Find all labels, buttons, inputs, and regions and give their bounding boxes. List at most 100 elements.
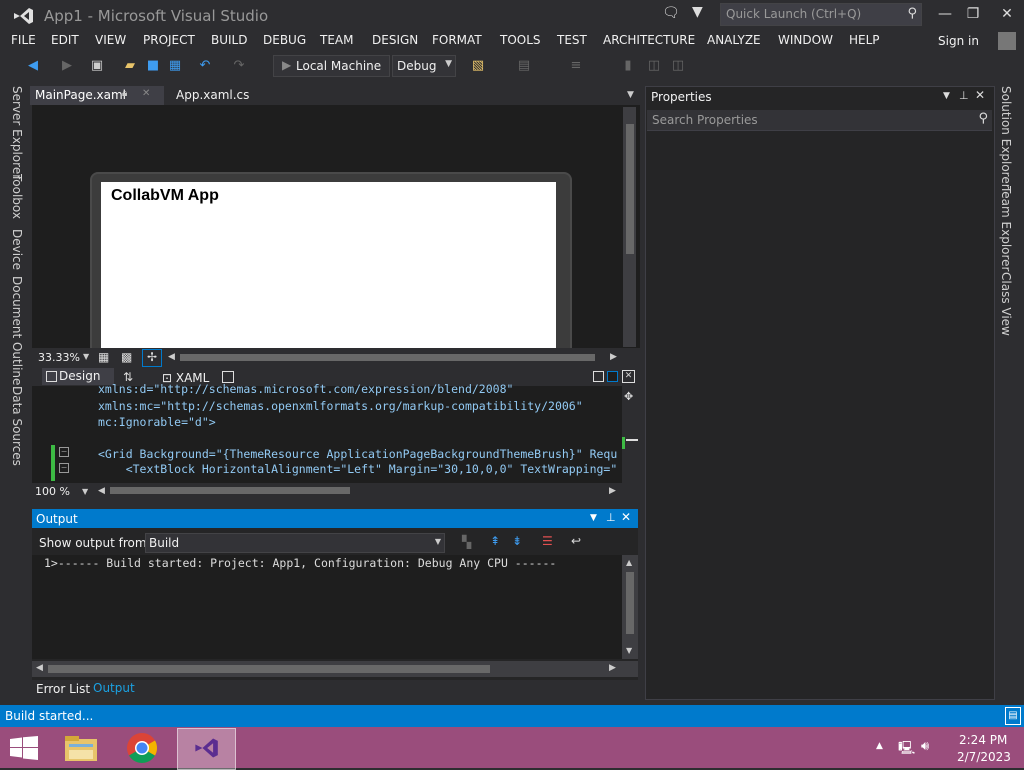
tab-output[interactable]: Output <box>93 681 135 695</box>
redo-icon[interactable]: ↷ <box>231 58 247 74</box>
new-project-icon[interactable]: ▣ <box>89 58 105 74</box>
minimize-button[interactable]: — <box>932 4 958 24</box>
close-icon[interactable]: ✕ <box>975 88 985 102</box>
close-button[interactable]: ✕ <box>994 4 1020 24</box>
vertical-split-icon[interactable] <box>593 371 604 382</box>
tab-data-sources[interactable]: Data Sources <box>10 386 24 466</box>
panel-menu-icon[interactable]: ▼ <box>590 513 597 523</box>
menu-design[interactable]: DESIGN <box>372 33 418 47</box>
save-all-icon[interactable]: ▦ <box>167 58 183 74</box>
menu-test[interactable]: TEST <box>557 33 587 47</box>
panel-menu-icon[interactable]: ▼ <box>943 91 950 101</box>
menu-architecture[interactable]: ARCHITECTURE <box>603 33 695 47</box>
network-icon[interactable]: 🖳︎ <box>898 739 915 761</box>
notifications-icon[interactable]: ▤ <box>1005 707 1021 725</box>
output-source-select[interactable]: Build ▼ <box>145 533 445 553</box>
scroll-right-icon[interactable]: ▶ <box>609 486 616 496</box>
word-wrap-icon[interactable]: ↩ <box>571 534 581 548</box>
designer-vertical-scroll-thumb[interactable] <box>626 124 634 254</box>
tab-mainpage-xaml[interactable]: MainPage.xaml 🔒︎ ✕ <box>30 86 164 105</box>
tab-error-list[interactable]: Error List <box>36 682 90 696</box>
scroll-up-icon[interactable]: ▲ <box>626 558 632 567</box>
scroll-left-icon[interactable]: ◀ <box>98 486 105 496</box>
pin-icon[interactable]: ⊥ <box>606 511 616 524</box>
previous-message-icon[interactable]: ⇞ <box>490 534 500 548</box>
sign-in-link[interactable]: Sign in <box>938 34 979 48</box>
output-horizontal-scroll-thumb[interactable] <box>48 665 490 673</box>
snap-grid-icon[interactable]: ▩ <box>121 350 132 364</box>
next-message-icon[interactable]: ⇟ <box>512 534 522 548</box>
output-text-area[interactable]: 1>------ Build started: Project: App1, C… <box>32 555 622 659</box>
menu-file[interactable]: FILE <box>11 33 36 47</box>
document-dropdown-icon[interactable]: ▼ <box>627 90 634 100</box>
file-explorer-icon[interactable] <box>64 733 98 763</box>
feedback-icon[interactable]: 🗨 <box>662 5 680 21</box>
xaml-zoom-level[interactable]: 100 % <box>35 485 70 498</box>
horizontal-split-icon[interactable] <box>607 371 618 382</box>
toolbar-misc-icon[interactable]: ▤ <box>516 58 532 74</box>
show-hidden-icons-icon[interactable]: ▲ <box>876 741 883 751</box>
app-title-text[interactable]: CollabVM App <box>111 187 219 205</box>
menu-help[interactable]: HELP <box>849 33 880 47</box>
bookmark-icon[interactable]: ▮ <box>620 58 636 74</box>
menu-window[interactable]: WINDOW <box>778 33 833 47</box>
pin-icon[interactable]: ⊥ <box>959 89 969 102</box>
tab-class-view[interactable]: Class View <box>999 272 1013 336</box>
snap-lines-icon[interactable]: ✢ <box>142 349 162 367</box>
output-vertical-scroll-thumb[interactable] <box>626 572 634 634</box>
clock-time[interactable]: 2:24 PM <box>959 733 1007 747</box>
collapse-icon[interactable]: − <box>59 447 69 457</box>
tab-team-explorer[interactable]: Team Explorer <box>999 186 1013 272</box>
configuration-select[interactable]: Debug ▼ <box>392 55 456 77</box>
scroll-right-icon[interactable]: ▶ <box>610 352 617 362</box>
tab-device[interactable]: Device <box>10 229 24 270</box>
scroll-left-icon[interactable]: ◀ <box>168 352 175 362</box>
collapse-icon[interactable]: − <box>59 463 69 473</box>
tab-app-xaml-cs[interactable]: App.xaml.cs <box>176 88 249 102</box>
menu-build[interactable]: BUILD <box>211 33 247 47</box>
scroll-down-icon[interactable]: ▼ <box>626 646 632 655</box>
menu-tools[interactable]: TOOLS <box>500 33 541 47</box>
bookmark-prev-icon[interactable]: ◫ <box>646 58 662 74</box>
navigate-back-icon[interactable]: ◀ <box>25 58 41 74</box>
run-target-button[interactable]: ▶ Local Machine <box>273 55 390 77</box>
save-icon[interactable]: ■ <box>145 58 161 74</box>
close-icon[interactable]: ✕ <box>142 88 150 99</box>
tab-server-explorer[interactable]: Server Explorer <box>10 86 24 179</box>
collapse-pane-icon[interactable]: ✕ <box>622 370 635 383</box>
clear-all-icon[interactable]: ☰ <box>542 534 553 548</box>
xaml-horizontal-scroll-thumb[interactable] <box>110 487 350 494</box>
navigate-forward-icon[interactable]: ▶ <box>59 58 75 74</box>
volume-icon[interactable]: 🔊︎ <box>921 739 929 754</box>
clock-date[interactable]: 2/7/2023 <box>957 750 1011 764</box>
quick-launch-input[interactable]: Quick Launch (Ctrl+Q) ⚲ <box>720 3 922 26</box>
menu-team[interactable]: TEAM <box>320 33 353 47</box>
undo-icon[interactable]: ↶ <box>197 58 213 74</box>
taskbar-visual-studio[interactable] <box>177 728 236 770</box>
bookmark-next-icon[interactable]: ◫ <box>670 58 686 74</box>
zoom-level[interactable]: 33.33% <box>38 351 80 364</box>
close-icon[interactable]: ✕ <box>621 510 631 524</box>
tab-solution-explorer[interactable]: Solution Explorer <box>999 86 1013 189</box>
menu-edit[interactable]: EDIT <box>51 33 79 47</box>
scroll-left-icon[interactable]: ◀ <box>36 663 43 673</box>
menu-format[interactable]: FORMAT <box>432 33 482 47</box>
device-screen[interactable]: CollabVM App <box>101 182 556 348</box>
tab-toolbox[interactable]: Toolbox <box>10 174 24 219</box>
split-handle-icon[interactable]: ✥ <box>624 390 633 403</box>
filter-icon[interactable]: ▼ <box>692 4 703 20</box>
menu-view[interactable]: VIEW <box>95 33 126 47</box>
open-file-icon[interactable]: ▰ <box>122 58 138 74</box>
comment-icon[interactable]: ≡ <box>568 58 584 74</box>
chevron-down-icon[interactable]: ▼ <box>83 352 89 361</box>
menu-project[interactable]: PROJECT <box>143 33 195 47</box>
pin-icon[interactable]: 🔒︎ <box>122 88 127 99</box>
tab-document-outline[interactable]: Document Outline <box>10 276 24 385</box>
find-in-files-icon[interactable]: ▧ <box>470 58 486 74</box>
menu-analyze[interactable]: ANALYZE <box>707 33 761 47</box>
chevron-down-icon[interactable]: ▼ <box>82 487 88 496</box>
designer-horizontal-scroll-thumb[interactable] <box>180 354 595 361</box>
find-message-icon[interactable]: ▚ <box>462 535 471 549</box>
properties-search-input[interactable]: Search Properties ⚲ <box>647 110 992 131</box>
account-icon[interactable] <box>998 32 1016 50</box>
